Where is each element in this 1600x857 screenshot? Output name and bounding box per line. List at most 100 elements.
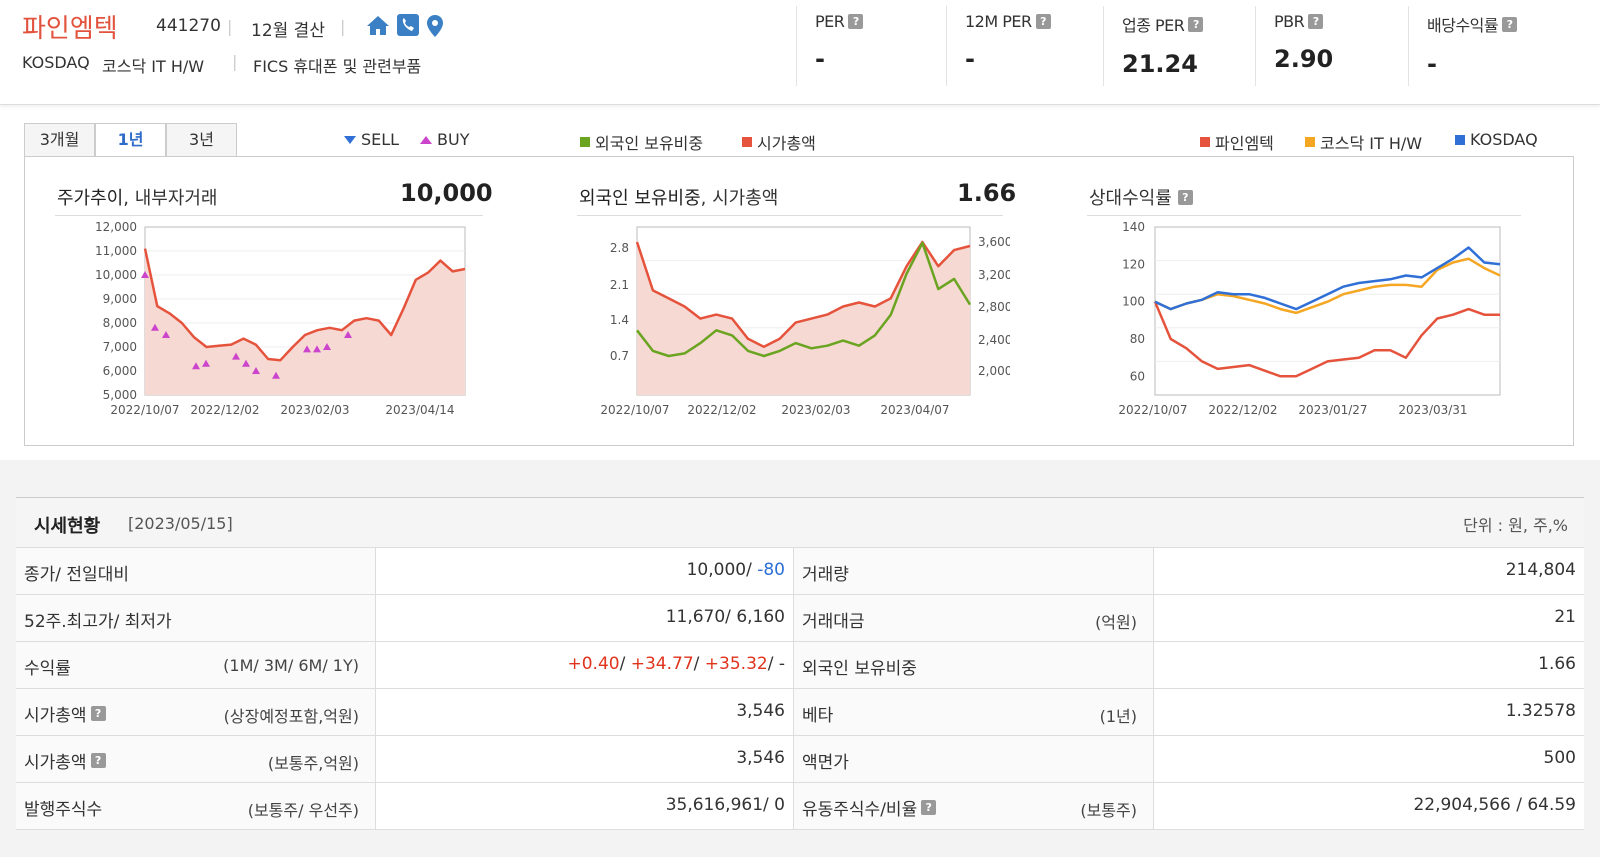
help-icon[interactable]: ?	[1035, 14, 1051, 29]
y2-tick-label: 2,800	[978, 300, 1010, 314]
label-text: 외국인 보유비중	[802, 659, 917, 679]
foreign-chart-value: 1.66	[957, 179, 1017, 207]
return-6m: +35.32	[704, 654, 768, 674]
row-value: 10,000/ -80	[687, 560, 785, 580]
y-tick-label: 6,000	[103, 364, 137, 378]
legend-label: 파인엠텍	[1215, 134, 1274, 153]
chart-subtitle: , 내부자거래	[123, 188, 218, 209]
row-label-cell: 발행주식수 (보통주/ 우선주)	[16, 783, 376, 829]
row-value: 1.66	[1538, 654, 1576, 674]
y-tick-label: 2.8	[610, 241, 629, 255]
legend-kosdaq-it: 코스닥 IT H/W	[1305, 130, 1422, 154]
tab-1-year[interactable]: 1년	[95, 123, 166, 157]
phone-icon[interactable]	[396, 14, 420, 42]
row-value-cell: +0.40/ +34.77/ +35.32/ -	[376, 642, 794, 688]
row-sublabel: (상장예정포함,억원)	[223, 707, 359, 726]
foreign-chart: 2.8 2.1 1.4 0.7 3,600 3,200 2,800 2,400 2,000 202…	[600, 226, 1010, 417]
legend-label: KOSDAQ	[1470, 130, 1538, 149]
row-sublabel: (보통주/ 우선주)	[247, 801, 359, 820]
y-tick-label: 1.4	[610, 313, 629, 327]
x-tick-label: 2023/03/31	[1398, 403, 1467, 417]
help-icon[interactable]: ?	[90, 706, 106, 721]
help-icon[interactable]: ?	[1308, 14, 1324, 29]
label-text: 시가총액	[24, 753, 87, 773]
row-sublabel: (보통주,억원)	[267, 754, 359, 773]
row-value: +0.40/ +34.77/ +35.32/ -	[567, 654, 785, 674]
y-tick-label: 140	[1122, 220, 1145, 234]
table-date: [2023/05/15]	[128, 514, 233, 533]
row-label-cell: 거래대금 (억원)	[794, 595, 1154, 641]
fiscal-period: 12월 결산	[251, 21, 325, 41]
price-chart-title: 주가추이, 내부자거래	[57, 184, 218, 210]
return-3m: +34.77	[630, 654, 694, 674]
y-tick-label: 7,000	[103, 340, 137, 354]
row-sublabel: (보통주)	[1080, 801, 1137, 820]
row-label: 수익률	[24, 654, 71, 679]
relative-chart: 140 120 100 80 60 2022/10/07 2022/12/02 2023/01…	[1118, 220, 1501, 417]
tab-3-years[interactable]: 3년	[166, 123, 237, 156]
divider	[55, 215, 483, 216]
chart-title-text: 외국인 보유비중	[579, 188, 701, 209]
legend-label: 시가총액	[757, 134, 816, 153]
row-label-cell: 외국인 보유비중	[794, 642, 1154, 688]
help-icon[interactable]: ?	[90, 753, 106, 768]
metric-value: -	[1427, 50, 1437, 78]
relative-chart-title: 상대수익률?	[1089, 184, 1193, 210]
divider	[1087, 215, 1521, 216]
x-tick-label: 2022/10/07	[1118, 403, 1187, 417]
legend-label: BUY	[437, 130, 470, 149]
market-name: KOSDAQ	[22, 53, 90, 72]
row-value: 214,804	[1505, 560, 1576, 580]
row-value: 500	[1543, 748, 1576, 768]
row-label-cell: 시가총액? (상장예정포함,억원)	[16, 689, 376, 735]
help-icon[interactable]: ?	[1188, 16, 1204, 32]
row-label: 유동주식수/비율?	[802, 795, 937, 820]
divider: |	[340, 17, 346, 36]
metric-value: 21.24	[1122, 50, 1198, 78]
legend-kosdaq: KOSDAQ	[1455, 130, 1538, 149]
legend-foreign: 외국인 보유비중	[580, 130, 703, 154]
row-label-cell: 수익률 (1M/ 3M/ 6M/ 1Y)	[16, 642, 376, 688]
return-1m: +0.40	[567, 654, 620, 674]
x-tick-label: 2023/02/03	[280, 403, 349, 417]
cell-value: 11,670/ 6,160	[665, 607, 785, 627]
label-text: 거래량	[802, 565, 849, 585]
row-label: 외국인 보유비중	[802, 654, 917, 679]
row-value-cell: 35,616,961/ 0	[376, 783, 794, 829]
help-icon[interactable]: ?	[1177, 189, 1193, 205]
y-tick-label: 100	[1122, 295, 1145, 309]
x-tick-label: 2022/12/02	[687, 403, 756, 417]
y2-tick-label: 3,200	[978, 268, 1010, 282]
label-text: 베타	[802, 706, 834, 726]
location-pin-icon[interactable]	[426, 14, 444, 42]
row-label-cell: 종가/ 전일대비	[16, 548, 376, 594]
chart-toolbar: 3개월 1년 3년 SELL BUY 외국인 보유비중 시가총액 파인엠텍 코스…	[24, 123, 1574, 157]
return-1y: -	[778, 654, 785, 674]
home-icon[interactable]	[366, 14, 390, 42]
y-tick-label: 0.7	[610, 349, 629, 363]
y2-tick-label: 3,600	[978, 235, 1010, 249]
price-chart: 12,000 11,000 10,000 9,000 8,000 7,000 6,000 5,…	[95, 220, 466, 417]
help-icon[interactable]: ?	[1502, 16, 1518, 32]
x-tick-label: 2023/02/03	[781, 403, 850, 417]
legend-stock: 파인엠텍	[1200, 130, 1274, 154]
company-links	[366, 14, 444, 42]
metric-label: 12M PER	[965, 12, 1032, 31]
table-row: 발행주식수 (보통주/ 우선주) 35,616,961/ 0 유동주식수/비율? (…	[16, 783, 1584, 830]
y-tick-label: 12,000	[95, 220, 137, 234]
row-value-cell: 3,546	[376, 736, 794, 782]
row-value-cell: 214,804	[1154, 548, 1584, 594]
x-tick-label: 2023/04/14	[385, 403, 454, 417]
help-icon[interactable]: ?	[848, 14, 864, 29]
row-label: 52주.최고가/ 최저가	[24, 607, 172, 632]
x-tick-label: 2023/01/27	[1298, 403, 1367, 417]
chart-title-text: 주가추이	[57, 188, 124, 209]
help-icon[interactable]: ?	[921, 800, 937, 815]
legend-label: SELL	[361, 130, 400, 149]
row-label: 거래대금	[802, 607, 865, 632]
table-row: 종가/ 전일대비 10,000/ -80 거래량 214,804	[16, 548, 1584, 595]
y-tick-label: 5,000	[103, 388, 137, 402]
chart-title-text: 상대수익률	[1089, 188, 1172, 209]
tab-3-months[interactable]: 3개월	[24, 123, 95, 156]
label-text: 거래대금	[802, 612, 865, 632]
